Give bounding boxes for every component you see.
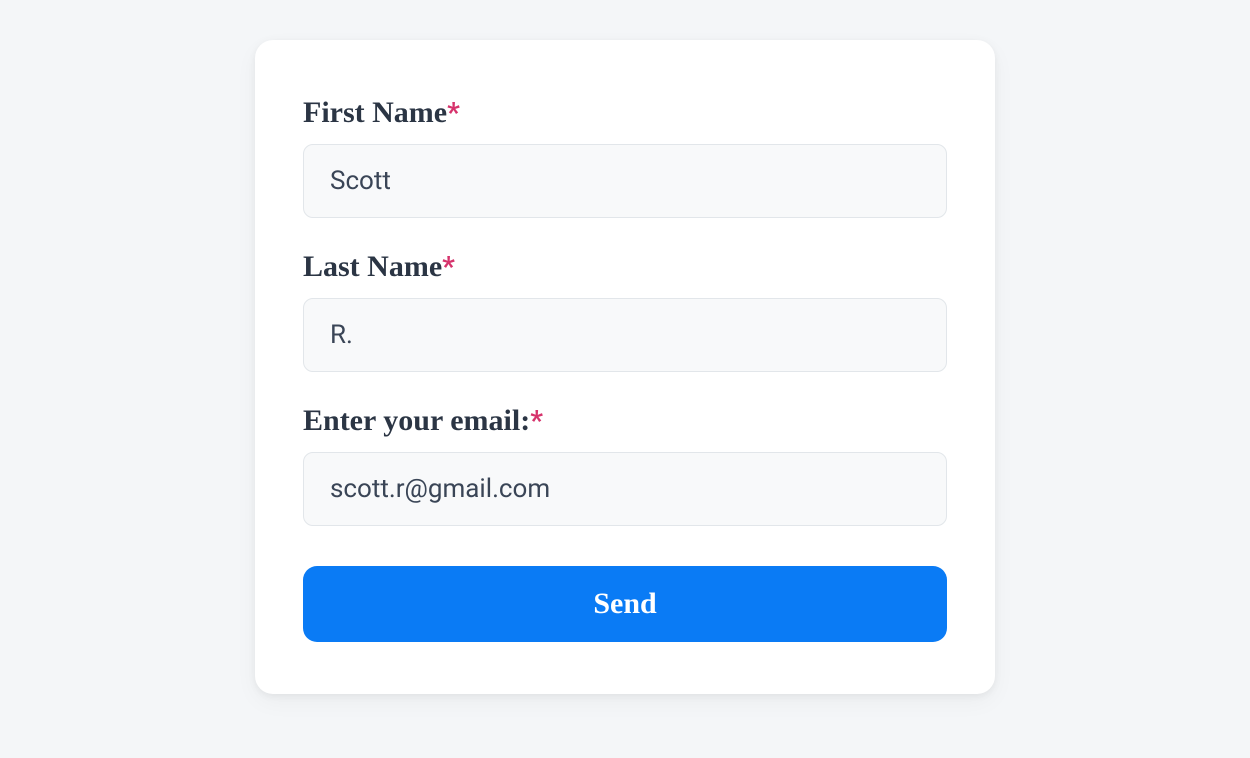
required-asterisk: * — [442, 250, 455, 283]
first-name-input[interactable] — [303, 144, 947, 218]
email-group: Enter your email:* — [303, 404, 947, 526]
email-input[interactable] — [303, 452, 947, 526]
last-name-label: Last Name* — [303, 250, 947, 284]
first-name-label: First Name* — [303, 96, 947, 130]
first-name-label-text: First Name — [303, 96, 447, 129]
required-asterisk: * — [447, 96, 460, 129]
email-label-text: Enter your email: — [303, 404, 530, 437]
last-name-group: Last Name* — [303, 250, 947, 372]
last-name-input[interactable] — [303, 298, 947, 372]
email-label: Enter your email:* — [303, 404, 947, 438]
first-name-group: First Name* — [303, 96, 947, 218]
send-button[interactable]: Send — [303, 566, 947, 642]
last-name-label-text: Last Name — [303, 250, 442, 283]
form-card: First Name* Last Name* Enter your email:… — [255, 40, 995, 694]
required-asterisk: * — [530, 404, 543, 437]
